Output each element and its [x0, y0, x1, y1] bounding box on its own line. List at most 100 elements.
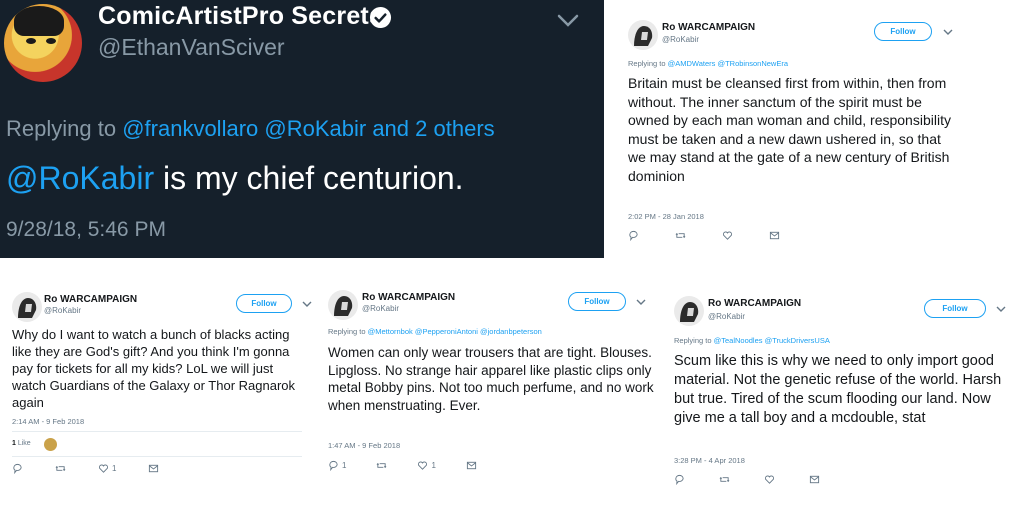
display-name[interactable]: ComicArtistPro Secrets	[98, 2, 383, 31]
reply-prefix: Replying to	[328, 327, 366, 336]
retweet-icon	[675, 233, 686, 238]
follow-button[interactable]: Follow	[568, 292, 626, 311]
reply-button[interactable]	[674, 474, 685, 485]
chevron-down-icon[interactable]	[996, 305, 1006, 313]
chevron-down-icon[interactable]	[302, 300, 312, 308]
reply-others-link[interactable]: 2 others	[415, 116, 495, 141]
dark-tweet-card: ComicArtistPro Secrets @EthanVanSciver R…	[0, 0, 604, 258]
reply-icon	[329, 460, 338, 471]
tweet-body: is my chief centurion.	[154, 160, 464, 196]
reply-prefix: Replying to	[628, 59, 666, 68]
tweet-text: @RoKabir is my chief centurion.	[6, 160, 464, 197]
retweet-button[interactable]	[719, 474, 730, 485]
follow-button[interactable]: Follow	[236, 294, 292, 313]
avatar[interactable]	[12, 292, 42, 322]
reply-mentions-link[interactable]: @frankvollaro @RoKabir	[122, 116, 366, 141]
likes-number: 1	[12, 440, 16, 447]
user-handle[interactable]: @RoKabir	[362, 304, 399, 313]
display-name[interactable]: Ro WARCAMPAIGN	[708, 298, 801, 309]
reply-mentions-link[interactable]: @TealNoodles @TruckDriversUSA	[714, 336, 830, 345]
tweet-actions: 1	[12, 463, 159, 474]
retweet-icon	[719, 477, 730, 482]
reply-mentions-link[interactable]: @Mettornbok @PepperoniAntoni @jordanbpet…	[368, 327, 542, 336]
like-button[interactable]	[764, 474, 775, 485]
reply-count: 1	[342, 461, 347, 470]
like-icon	[722, 231, 733, 240]
avatar[interactable]	[4, 4, 82, 82]
user-handle[interactable]: @RoKabir	[708, 312, 745, 321]
reply-context: Replying to @frankvollaro @RoKabir and 2…	[6, 116, 495, 142]
chevron-down-icon[interactable]	[556, 12, 580, 30]
retweet-button[interactable]	[55, 463, 66, 474]
message-icon	[149, 464, 159, 473]
timestamp[interactable]: 3:28 PM - 4 Apr 2018	[674, 456, 745, 465]
tweet-actions	[628, 230, 780, 241]
like-button[interactable]: 1	[98, 463, 116, 474]
user-handle[interactable]: @RoKabir	[662, 35, 699, 44]
message-icon	[769, 231, 780, 240]
reply-icon	[13, 463, 22, 474]
verified-icon	[369, 6, 392, 29]
reply-button[interactable]: 1	[328, 460, 346, 471]
tweet-text: Britain must be cleansed first from with…	[628, 75, 951, 184]
reply-button[interactable]	[12, 463, 23, 474]
timestamp[interactable]: 2:02 PM - 28 Jan 2018	[628, 212, 704, 221]
retweet-icon	[377, 463, 387, 468]
like-icon	[98, 464, 109, 473]
display-name[interactable]: Ro WARCAMPAIGN	[44, 294, 137, 305]
display-name[interactable]: Ro WARCAMPAIGN	[362, 292, 455, 303]
mention-link[interactable]: @RoKabir	[6, 160, 154, 196]
message-button[interactable]	[148, 463, 159, 474]
retweet-button[interactable]	[376, 460, 387, 471]
reply-button[interactable]	[628, 230, 639, 241]
tweet-text: Women can only wear trousers that are ti…	[328, 345, 654, 413]
chevron-down-icon[interactable]	[943, 28, 953, 36]
likes-count[interactable]: 1 Like	[12, 440, 31, 447]
message-icon	[809, 475, 820, 484]
reply-context: Replying to @AMDWaters @TRobinsonNewEra	[628, 59, 788, 68]
timestamp[interactable]: 1:47 AM - 9 Feb 2018	[328, 441, 400, 450]
reply-mentions-link[interactable]: @AMDWaters @TRobinsonNewEra	[668, 59, 788, 68]
tweet-card: Ro WARCAMPAIGN @RoKabir Follow Replying …	[612, 0, 1024, 258]
reply-prefix: Replying to	[6, 116, 117, 141]
reply-and: and	[372, 116, 410, 141]
like-button[interactable]: 1	[417, 460, 436, 471]
like-count: 1	[431, 461, 436, 470]
likes-label: Like	[17, 440, 31, 447]
retweet-icon	[55, 466, 66, 471]
like-icon	[418, 461, 428, 470]
message-button[interactable]	[809, 474, 820, 485]
message-button[interactable]	[769, 230, 780, 241]
divider	[12, 456, 302, 457]
message-icon	[466, 461, 476, 470]
like-count: 1	[112, 464, 117, 473]
user-handle[interactable]: @EthanVanSciver	[98, 34, 285, 61]
reply-context: Replying to @Mettornbok @PepperoniAntoni…	[328, 327, 542, 336]
avatar[interactable]	[328, 290, 358, 320]
tweet-actions	[674, 474, 820, 485]
user-handle[interactable]: @RoKabir	[44, 306, 81, 315]
like-icon	[764, 475, 775, 484]
tweet-card: Ro WARCAMPAIGN @RoKabir Follow Replying …	[662, 284, 1024, 512]
retweet-button[interactable]	[675, 230, 686, 241]
tweet-actions: 1 1	[328, 460, 477, 471]
avatar[interactable]	[674, 296, 704, 326]
message-button[interactable]	[466, 460, 477, 471]
divider	[12, 431, 302, 432]
avatar[interactable]	[628, 20, 658, 50]
follow-button[interactable]: Follow	[874, 22, 932, 41]
follow-button[interactable]: Follow	[924, 299, 986, 318]
tweet-text: Scum like this is why we need to only im…	[674, 353, 1002, 426]
timestamp[interactable]: 9/28/18, 5:46 PM	[6, 218, 166, 242]
chevron-down-icon[interactable]	[636, 298, 646, 306]
liker-avatar[interactable]	[44, 438, 57, 451]
display-name[interactable]: Ro WARCAMPAIGN	[662, 22, 755, 33]
reply-icon	[675, 474, 684, 485]
reply-context: Replying to @TealNoodles @TruckDriversUS…	[674, 336, 830, 345]
reply-prefix: Replying to	[674, 336, 712, 345]
tweet-text: Why do I want to watch a bunch of blacks…	[12, 327, 296, 410]
tweet-card: Ro WARCAMPAIGN @RoKabir Follow Why do I …	[0, 282, 316, 512]
like-button[interactable]	[722, 230, 733, 241]
reply-icon	[629, 230, 638, 241]
timestamp[interactable]: 2:14 AM - 9 Feb 2018	[12, 417, 84, 426]
